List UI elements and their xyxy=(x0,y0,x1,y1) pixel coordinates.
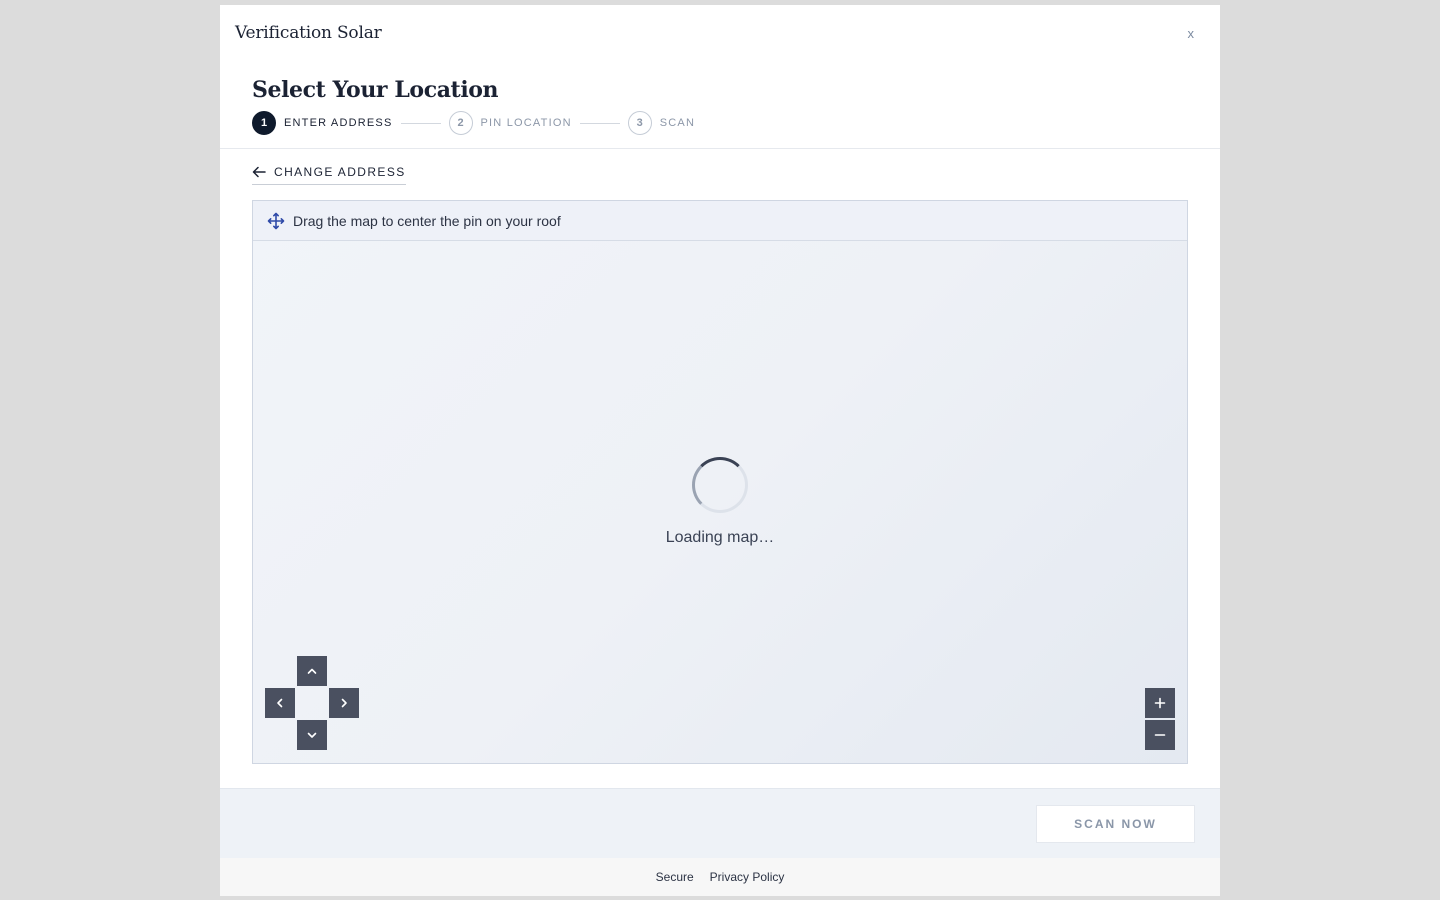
step-connector xyxy=(579,122,620,124)
pan-left-button[interactable] xyxy=(265,688,295,718)
pan-down-button[interactable] xyxy=(297,720,327,750)
step-scan: 3 SCAN xyxy=(627,111,696,135)
chevron-left-icon xyxy=(277,698,283,708)
step-label: SCAN xyxy=(659,117,696,129)
chevron-down-icon xyxy=(307,732,317,738)
step-enter-address: 1 ENTER ADDRESS xyxy=(252,111,393,135)
privacy-policy-link[interactable]: Privacy Policy xyxy=(710,870,785,884)
change-address-link[interactable]: CHANGE ADDRESS xyxy=(252,165,406,185)
step-number: 1 xyxy=(252,111,276,135)
brand-title: Verification Solar xyxy=(235,23,382,43)
chevron-up-icon xyxy=(307,668,317,674)
step-pin-location: 2 PIN LOCATION xyxy=(448,111,572,135)
step-number: 3 xyxy=(627,111,652,135)
stepper: 1 ENTER ADDRESS 2 PIN LOCATION 3 SCAN xyxy=(252,111,695,135)
pan-right-button[interactable] xyxy=(329,688,359,718)
modal-dialog: Verification Solar x Select Your Locatio… xyxy=(220,5,1220,896)
chevron-right-icon xyxy=(341,698,347,708)
page-title: Select Your Location xyxy=(252,77,499,103)
loading-text: Loading map… xyxy=(665,529,775,546)
step-label: ENTER ADDRESS xyxy=(284,117,393,129)
zoom-in-button[interactable] xyxy=(1145,688,1175,718)
modal-header: Verification Solar x Select Your Locatio… xyxy=(220,5,1220,149)
arrow-left-icon xyxy=(252,166,266,178)
legal-footer: Secure Privacy Policy xyxy=(220,858,1220,896)
change-address-label: CHANGE ADDRESS xyxy=(274,165,406,179)
plus-icon xyxy=(1154,697,1166,709)
close-button[interactable]: x xyxy=(1188,26,1195,41)
secure-link[interactable]: Secure xyxy=(656,870,694,884)
map-hint-bar: Drag the map to center the pin on your r… xyxy=(253,201,1187,241)
step-number: 2 xyxy=(448,111,473,135)
pan-up-button[interactable] xyxy=(297,656,327,686)
step-label: PIN LOCATION xyxy=(480,117,572,129)
minus-icon xyxy=(1154,734,1166,736)
loading-spinner-icon xyxy=(692,457,748,513)
action-bar: SCAN NOW xyxy=(220,788,1220,858)
scan-now-button[interactable]: SCAN NOW xyxy=(1036,805,1195,843)
move-icon xyxy=(267,212,285,229)
zoom-out-button[interactable] xyxy=(1145,720,1175,750)
step-connector xyxy=(400,122,441,124)
map-hint-text: Drag the map to center the pin on your r… xyxy=(293,212,561,229)
map-container[interactable]: Drag the map to center the pin on your r… xyxy=(252,200,1188,764)
